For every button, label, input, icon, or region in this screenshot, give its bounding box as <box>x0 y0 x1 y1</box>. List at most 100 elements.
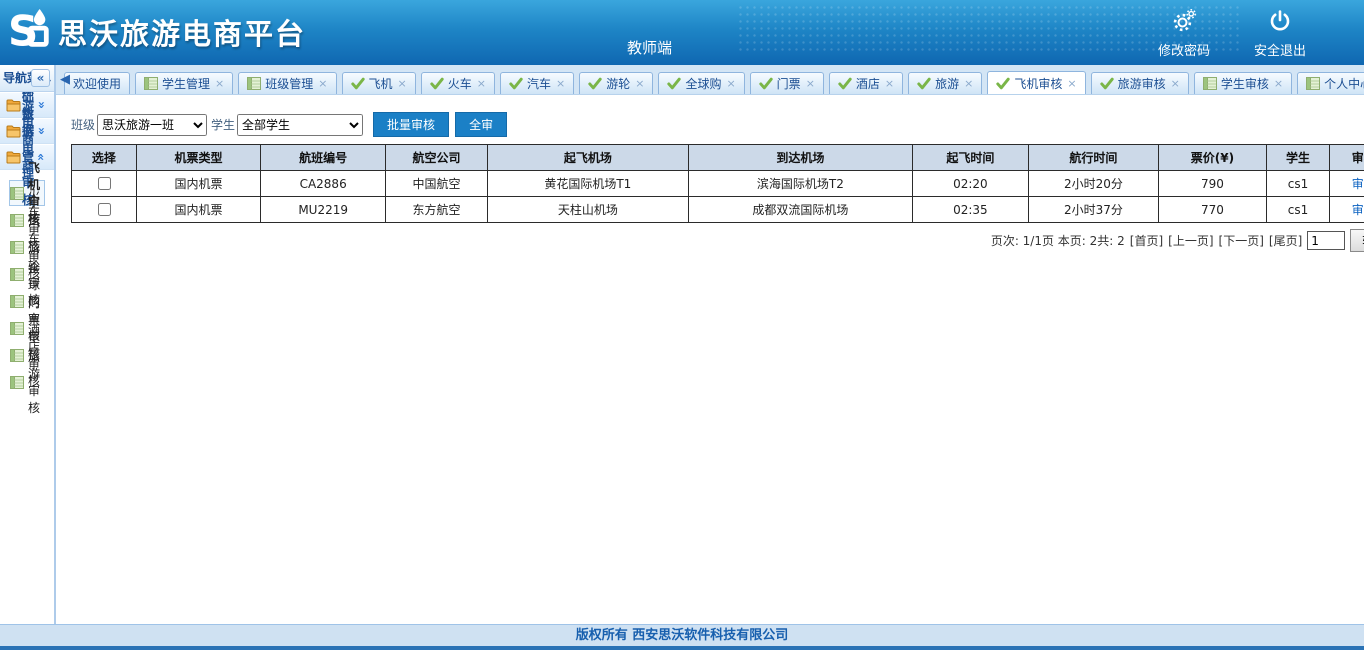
tab-label: 学生管理 <box>162 75 210 92</box>
sidebar-section[interactable]: 旅游电商审核« <box>0 144 54 170</box>
cell-airline: 东方航空 <box>386 197 488 223</box>
table-header-cell: 航班编号 <box>261 145 386 171</box>
table-body: 国内机票CA2886中国航空黄花国际机场T1滨海国际机场T202:202小时20… <box>72 171 1364 223</box>
cell-flight-no: MU2219 <box>261 197 386 223</box>
tab-close-icon[interactable]: × <box>1171 77 1180 90</box>
tab-item[interactable]: 酒店 × <box>829 72 903 94</box>
tab-label: 个人中心 <box>1324 75 1364 92</box>
cell-arrive-airport: 成都双流国际机场 <box>688 197 912 223</box>
student-select[interactable]: 全部学生 <box>237 114 363 136</box>
tab-label: 飞机审核 <box>1014 75 1062 92</box>
table-row: 国内机票MU2219东方航空天柱山机场成都双流国际机场02:352小时37分77… <box>72 197 1364 223</box>
tab-label: 班级管理 <box>265 75 313 92</box>
go-to-page-button[interactable]: 转到 <box>1350 229 1364 252</box>
tab-item[interactable]: 汽车 × <box>500 72 574 94</box>
table-header-row: 选择机票类型航班编号航空公司起飞机场到达机场起飞时间航行时间票价(¥)学生审核 <box>72 145 1364 171</box>
pagination-link[interactable]: [尾页] <box>1269 232 1302 249</box>
sidebar-item[interactable]: 旅游审核 <box>9 369 45 395</box>
grid-icon <box>10 241 24 254</box>
review-link[interactable]: 审核 <box>1352 203 1364 217</box>
tab-item[interactable]: 游轮× <box>579 72 653 94</box>
pagination-link[interactable]: [首页] <box>1130 232 1163 249</box>
cell-duration: 2小时37分 <box>1028 197 1158 223</box>
row-select-checkbox[interactable] <box>98 177 111 190</box>
check-icon <box>759 77 773 90</box>
review-link[interactable]: 审核 <box>1352 177 1364 191</box>
table-header-cell: 航空公司 <box>386 145 488 171</box>
batch-review-button[interactable]: 批量审核 <box>373 112 449 137</box>
tab-close-icon[interactable]: × <box>635 77 644 90</box>
tab-close-icon[interactable]: × <box>806 77 815 90</box>
sidebar-collapse-button[interactable]: « <box>31 69 50 87</box>
tab-close-icon[interactable]: × <box>964 77 973 90</box>
check-icon <box>430 77 444 90</box>
check-icon <box>588 77 602 90</box>
tab-item[interactable]: 个人中心× <box>1297 72 1364 94</box>
tab-item[interactable]: 火车× <box>421 72 495 94</box>
folder-icon <box>6 99 22 112</box>
cell-price: 790 <box>1159 171 1267 197</box>
tab-item[interactable]: 旅游审核 × <box>1091 72 1189 94</box>
tab-label: 旅游审核 <box>1118 75 1166 92</box>
footer: 版权所有 西安思沃软件科技有限公司 <box>0 625 1364 646</box>
logo-mark-icon: S <box>8 8 54 55</box>
table-header-cell: 票价(¥) <box>1159 145 1267 171</box>
cell-depart-time: 02:35 <box>913 197 1029 223</box>
tab-label: 门票 <box>777 75 801 92</box>
tab-item[interactable]: 门票 × <box>750 72 824 94</box>
tab-close-icon[interactable]: × <box>885 77 894 90</box>
content-area: 班级 思沃旅游一班 学生 全部学生 批量审核 全审 选择机票类型航班编 <box>56 95 1364 624</box>
pagination-links: [首页] [上一页] [下一页] [尾页] <box>1130 232 1303 249</box>
cell-depart-time: 02:20 <box>913 171 1029 197</box>
page-number-input[interactable] <box>1307 231 1345 250</box>
table-header-cell: 选择 <box>72 145 137 171</box>
class-filter-label: 班级 <box>71 116 95 133</box>
tab-item[interactable]: 学生管理 × <box>135 72 233 94</box>
check-icon <box>509 77 523 90</box>
grid-icon <box>247 77 261 90</box>
cell-price: 770 <box>1159 197 1267 223</box>
tab-item[interactable]: 欢迎使用 <box>64 72 130 94</box>
app-logo: S 思沃旅游电商平台 <box>8 8 306 55</box>
tab-scroll-left-icon[interactable]: ◀ <box>60 72 70 87</box>
change-password-button[interactable]: 修改密码 <box>1158 9 1210 59</box>
review-all-button[interactable]: 全审 <box>455 112 507 137</box>
tab-close-icon[interactable]: × <box>318 77 327 90</box>
tab-item[interactable]: 学生审核× <box>1194 72 1292 94</box>
tab-close-icon[interactable]: × <box>398 77 407 90</box>
tab-item[interactable]: 全球购× <box>658 72 744 94</box>
cell-type: 国内机票 <box>136 171 261 197</box>
check-icon <box>351 77 365 90</box>
tab-close-icon[interactable]: × <box>726 77 735 90</box>
tab-close-icon[interactable]: × <box>215 77 224 90</box>
table-header-cell: 机票类型 <box>136 145 261 171</box>
chevron-down-icon: « <box>34 98 48 112</box>
pagination-link[interactable]: [上一页] <box>1168 232 1213 249</box>
tab-item[interactable]: 飞机× <box>342 72 416 94</box>
row-select-checkbox[interactable] <box>98 203 111 216</box>
pagination-link[interactable]: [下一页] <box>1219 232 1264 249</box>
tab-close-icon[interactable]: × <box>556 77 565 90</box>
class-select[interactable]: 思沃旅游一班 <box>97 114 207 136</box>
page-body: 导航菜单 « 基础数据«旅游电商管理«旅游电商审核«飞机审核火车审核汽车审核游轮… <box>0 65 1364 625</box>
pagination: 页次: 1/1页 本页: 2共: 2 [首页][上一页][下一页][尾页] 转到 <box>71 229 1364 252</box>
table-header-cell: 起飞机场 <box>488 145 689 171</box>
table-header-cell: 航行时间 <box>1028 145 1158 171</box>
logout-button[interactable]: 安全退出 <box>1254 9 1306 59</box>
tab-close-icon[interactable]: × <box>477 77 486 90</box>
tab-close-icon[interactable]: × <box>1274 77 1283 90</box>
cell-flight-no: CA2886 <box>261 171 386 197</box>
tab-label: 汽车 <box>527 75 551 92</box>
tab-label: 酒店 <box>856 75 880 92</box>
table-row: 国内机票CA2886中国航空黄花国际机场T1滨海国际机场T202:202小时20… <box>72 171 1364 197</box>
chevron-up-icon: « <box>34 150 48 164</box>
tab-item[interactable]: 飞机审核 × <box>987 71 1085 95</box>
app-header: S 思沃旅游电商平台 教师端 修改密码 <box>0 0 1364 65</box>
tab-close-icon[interactable]: × <box>1067 77 1076 90</box>
tab-item[interactable]: 班级管理 × <box>238 72 336 94</box>
cell-airline: 中国航空 <box>386 171 488 197</box>
tab-item[interactable]: 旅游× <box>908 72 982 94</box>
cell-student: cs1 <box>1266 197 1329 223</box>
cell-depart-airport: 黄花国际机场T1 <box>488 171 689 197</box>
grid-icon <box>10 322 24 335</box>
